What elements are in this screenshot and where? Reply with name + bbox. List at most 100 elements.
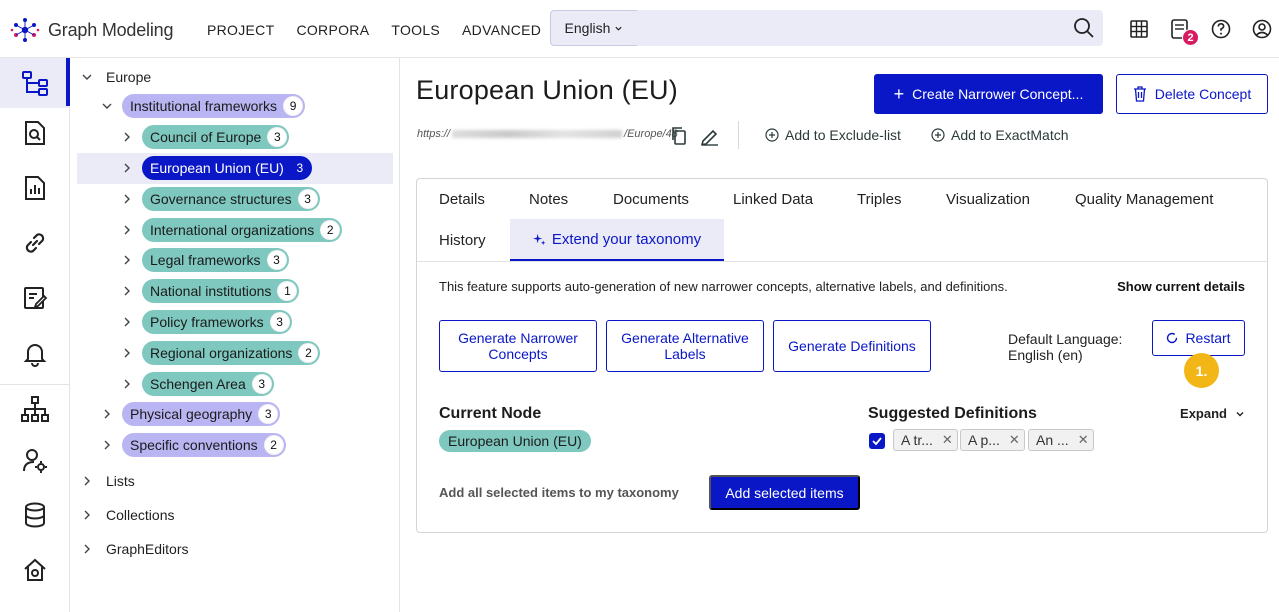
pencil-icon[interactable] bbox=[700, 126, 720, 146]
concept-chip[interactable]: Physical geography 3 bbox=[122, 402, 281, 426]
chevron-right-icon[interactable] bbox=[80, 474, 94, 488]
menu-tools[interactable]: TOOLS bbox=[391, 22, 440, 38]
nav-editor[interactable] bbox=[0, 273, 70, 323]
suggestion-chip[interactable]: A tr... ✕ bbox=[893, 429, 958, 451]
concept-chip[interactable]: Specific conventions 2 bbox=[122, 433, 286, 457]
notifications-button[interactable]: 2 bbox=[1169, 18, 1199, 46]
nav-user-settings[interactable] bbox=[0, 435, 70, 485]
chevron-right-icon[interactable] bbox=[80, 542, 94, 556]
nav-notifications[interactable] bbox=[0, 328, 70, 378]
concept-chip[interactable]: Schengen Area 3 bbox=[142, 372, 274, 396]
chevron-right-icon[interactable] bbox=[120, 223, 134, 237]
generate-alternative-labels-button[interactable]: Generate Alternative Labels bbox=[606, 320, 764, 372]
add-to-exactmatch-link[interactable]: Add to ExactMatch bbox=[931, 127, 1069, 143]
database-icon bbox=[25, 502, 45, 528]
concept-chip[interactable]: Regional organizations 2 bbox=[142, 341, 321, 365]
tab-history[interactable]: History bbox=[439, 232, 486, 249]
tree-item-child[interactable]: Legal frameworks 3 bbox=[120, 245, 289, 275]
copy-icon[interactable] bbox=[670, 126, 688, 146]
feature-description: This feature supports auto-generation of… bbox=[439, 279, 1008, 294]
suggestion-chip[interactable]: An ... ✕ bbox=[1028, 429, 1094, 451]
chevron-right-icon[interactable] bbox=[120, 161, 134, 175]
tab-visualization[interactable]: Visualization bbox=[946, 191, 1030, 208]
concept-chip[interactable]: Legal frameworks 3 bbox=[142, 248, 289, 272]
grid-icon[interactable] bbox=[1128, 18, 1150, 40]
concept-chip[interactable]: Policy frameworks 3 bbox=[142, 310, 292, 334]
menu-corpora[interactable]: CORPORA bbox=[296, 22, 369, 38]
chevron-down-icon[interactable] bbox=[80, 70, 94, 84]
tab-triples[interactable]: Triples bbox=[857, 191, 901, 208]
tab-linked-data[interactable]: Linked Data bbox=[733, 191, 813, 208]
tab-quality-management[interactable]: Quality Management bbox=[1075, 191, 1213, 208]
chevron-right-icon[interactable] bbox=[120, 253, 134, 267]
concept-chip[interactable]: Council of Europe 3 bbox=[142, 125, 290, 149]
expand-toggle[interactable]: Expand bbox=[1180, 406, 1245, 421]
tree-item-child[interactable]: International organizations 2 bbox=[120, 215, 343, 245]
chevron-right-icon[interactable] bbox=[120, 192, 134, 206]
tree-item-child[interactable]: Council of Europe 3 bbox=[120, 122, 290, 152]
help-icon[interactable] bbox=[1210, 18, 1232, 40]
delete-concept-button[interactable]: Delete Concept bbox=[1116, 74, 1268, 114]
tree-item-child[interactable]: Governance structures 3 bbox=[120, 184, 320, 214]
chevron-right-icon[interactable] bbox=[100, 407, 114, 421]
chevron-right-icon[interactable] bbox=[120, 315, 134, 329]
tree-item-child[interactable]: National institutions 1 bbox=[120, 276, 300, 306]
chevron-right-icon[interactable] bbox=[120, 377, 134, 391]
nav-home-settings[interactable] bbox=[0, 545, 70, 595]
add-to-exclude-list-link[interactable]: Add to Exclude-list bbox=[765, 127, 901, 143]
tree-item-specific-conventions[interactable]: Specific conventions 2 bbox=[100, 430, 286, 460]
default-language: Default Language: English (en) bbox=[1008, 331, 1122, 363]
add-selected-items-button[interactable]: Add selected items bbox=[709, 475, 860, 510]
generate-definitions-button[interactable]: Generate Definitions bbox=[773, 320, 931, 372]
chevron-right-icon[interactable] bbox=[120, 284, 134, 298]
chevron-right-icon[interactable] bbox=[80, 508, 94, 522]
nav-reports[interactable] bbox=[0, 163, 70, 213]
create-narrower-concept-button[interactable]: + Create Narrower Concept... bbox=[874, 74, 1103, 114]
suggestion-chip[interactable]: A p... ✕ bbox=[960, 429, 1025, 451]
language-select[interactable]: English bbox=[550, 10, 638, 46]
concept-chip[interactable]: European Union (EU) 3 bbox=[142, 156, 312, 180]
menu-project[interactable]: PROJECT bbox=[207, 22, 274, 38]
chevron-right-icon[interactable] bbox=[100, 438, 114, 452]
close-icon[interactable]: ✕ bbox=[1078, 432, 1089, 448]
select-all-checkbox[interactable] bbox=[869, 433, 885, 449]
add-all-label: Add all selected items to my taxonomy bbox=[439, 485, 679, 500]
user-icon[interactable] bbox=[1251, 18, 1273, 40]
show-current-details-link[interactable]: Show current details bbox=[1117, 279, 1245, 294]
concept-chip[interactable]: International organizations 2 bbox=[142, 218, 343, 242]
tree-item-child[interactable]: Schengen Area 3 bbox=[120, 369, 274, 399]
tree-item-grapheditors[interactable]: GraphEditors bbox=[80, 534, 188, 564]
tree-item-child[interactable]: European Union (EU) 3 bbox=[120, 153, 312, 183]
tree-item-institutional-frameworks[interactable]: Institutional frameworks 9 bbox=[100, 91, 306, 121]
tree-item-child[interactable]: Regional organizations 2 bbox=[120, 338, 321, 368]
nav-taxonomy[interactable] bbox=[0, 58, 70, 108]
concept-chip[interactable]: National institutions 1 bbox=[142, 279, 300, 303]
chevron-right-icon[interactable] bbox=[120, 130, 134, 144]
nav-database[interactable] bbox=[0, 490, 70, 540]
close-icon[interactable]: ✕ bbox=[942, 432, 953, 448]
link-label: Add to Exclude-list bbox=[785, 127, 901, 143]
concept-chip[interactable]: Institutional frameworks 9 bbox=[122, 94, 306, 118]
tab-details[interactable]: Details bbox=[439, 191, 485, 208]
nav-document-search[interactable] bbox=[0, 108, 70, 158]
chevron-right-icon[interactable] bbox=[120, 346, 134, 360]
generate-narrower-concepts-button[interactable]: Generate Narrower Concepts bbox=[439, 320, 597, 372]
tab-extend-your-taxonomy[interactable]: Extend your taxonomy bbox=[510, 219, 724, 261]
restart-button[interactable]: Restart bbox=[1152, 320, 1245, 356]
tree-item-child[interactable]: Policy frameworks 3 bbox=[120, 307, 292, 337]
close-icon[interactable]: ✕ bbox=[1009, 432, 1020, 448]
tree-item-collections[interactable]: Collections bbox=[80, 500, 174, 530]
chevron-down-icon[interactable] bbox=[100, 99, 114, 113]
nav-links[interactable] bbox=[0, 218, 70, 268]
tree-item-physical-geography[interactable]: Physical geography 3 bbox=[100, 399, 281, 429]
search-input[interactable] bbox=[637, 10, 1103, 46]
menu-advanced[interactable]: ADVANCED bbox=[462, 22, 541, 38]
tab-documents[interactable]: Documents bbox=[613, 191, 689, 208]
nav-structure[interactable] bbox=[0, 384, 70, 434]
app-logo[interactable]: Graph Modeling bbox=[10, 16, 173, 44]
search-icon[interactable] bbox=[1073, 17, 1095, 39]
tree-item-lists[interactable]: Lists bbox=[80, 466, 135, 496]
tab-notes[interactable]: Notes bbox=[529, 191, 568, 208]
tree-item-europe[interactable]: Europe bbox=[80, 62, 151, 92]
concept-chip[interactable]: Governance structures 3 bbox=[142, 187, 320, 211]
